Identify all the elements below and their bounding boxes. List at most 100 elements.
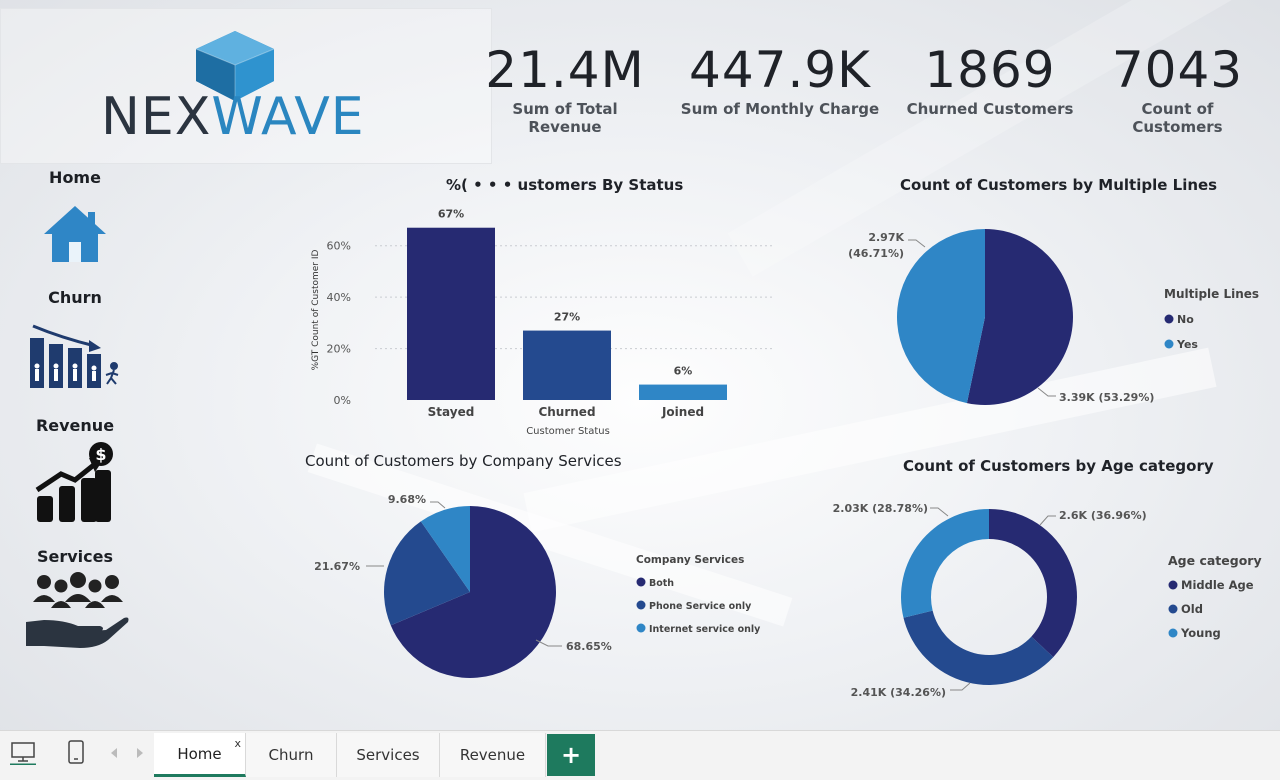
leader-line <box>1037 387 1056 397</box>
churn-bars-icon[interactable] <box>27 320 123 392</box>
leader-line <box>1039 515 1056 526</box>
bar <box>523 330 611 400</box>
page-tab-bar: Home x Churn Services Revenue + <box>0 730 1280 780</box>
services-chart-title: Count of Customers by Company Services <box>305 452 622 470</box>
donut-data-label: 2.6K (36.96%) <box>1059 509 1147 522</box>
legend-item: Old <box>1181 602 1203 616</box>
tab-services[interactable]: Services <box>337 733 440 777</box>
legend-marker <box>1164 339 1174 349</box>
legend-marker <box>636 600 646 610</box>
donut-data-label: 2.03K (28.78%) <box>833 502 928 515</box>
legend-marker <box>1168 580 1178 590</box>
pie-data-label: 3.39K (53.29%) <box>1059 391 1154 404</box>
status-bar-chart: 0% 20% 40% 60% %GT Count of Customer ID 67% St… <box>311 208 775 437</box>
kpi-label: Sum of Total Revenue <box>512 100 618 136</box>
pie-slice <box>903 610 1054 685</box>
dollar-icon: $ <box>95 445 106 464</box>
nav-services-label[interactable]: Services <box>0 547 150 566</box>
multiple-lines-chart-title: Count of Customers by Multiple Lines <box>900 176 1218 194</box>
legend-item: Both <box>649 578 674 589</box>
pie-data-label: 68.65% <box>566 640 612 653</box>
status-chart-title: %( • • • ustomers By Status <box>446 176 684 194</box>
tab-home[interactable]: Home x <box>154 733 246 777</box>
age-donut-chart: 2.6K (36.96%) 2.41K (34.26%) 2.03K (28.78%… <box>833 502 1262 699</box>
tab-label: Revenue <box>459 746 526 764</box>
bar <box>639 384 727 400</box>
donut-data-label: 2.41K (34.26%) <box>851 686 946 699</box>
close-tab-icon[interactable]: x <box>234 737 241 750</box>
logo-text-nex: NEX <box>101 87 212 147</box>
pie-slice <box>897 229 985 404</box>
kpi-count-customers: 7043 Count of Customers <box>1095 40 1260 136</box>
pie-data-label: 2.97K <box>868 231 904 244</box>
legend-item: No <box>1177 313 1194 326</box>
kpi-label: Count of Customers <box>1132 100 1223 136</box>
legend-marker <box>636 623 646 633</box>
house-icon[interactable] <box>42 204 108 264</box>
leader-line <box>908 239 926 248</box>
y-tick-label: 40% <box>327 291 351 304</box>
leader-line <box>930 507 949 517</box>
legend-marker <box>1168 628 1178 638</box>
legend-item: Young <box>1180 626 1221 640</box>
legend-title: Multiple Lines <box>1164 287 1259 301</box>
kpi-monthly-charge: 447.9K Sum of Monthly Charge <box>680 40 880 118</box>
logo-text-wave: WAVE <box>211 87 365 147</box>
scroll-right-icon[interactable] <box>134 746 146 760</box>
nav-churn-label[interactable]: Churn <box>0 288 150 307</box>
desktop-view-icon[interactable] <box>10 739 36 765</box>
x-tick-label: Stayed <box>428 405 475 419</box>
x-tick-label: Joined <box>661 405 704 419</box>
legend-marker <box>1164 314 1174 324</box>
nav-home-label[interactable]: Home <box>0 168 150 187</box>
bar <box>407 227 495 400</box>
revenue-growth-icon[interactable]: $ <box>33 440 117 524</box>
scroll-left-icon[interactable] <box>108 746 120 760</box>
legend-title: Company Services <box>636 554 744 566</box>
legend-item: Phone Service only <box>649 601 752 612</box>
kpi-label: Sum of Monthly Charge <box>680 100 880 118</box>
legend-item: Internet service only <box>649 624 761 635</box>
leader-line <box>430 501 446 509</box>
logo-wordmark: NEXWAVE <box>101 87 365 147</box>
tab-label: Services <box>356 746 420 764</box>
x-tick-label: Churned <box>538 405 595 419</box>
age-chart-title: Count of Customers by Age category <box>903 457 1214 475</box>
bar-data-label: 67% <box>438 208 464 221</box>
legend-title: Age category <box>1168 553 1262 568</box>
legend-marker <box>636 577 646 587</box>
pie-slice <box>901 509 989 618</box>
y-axis-label: %GT Count of Customer ID <box>311 250 321 371</box>
kpi-total-revenue: 21.4M Sum of Total Revenue <box>480 40 650 136</box>
logo-panel: NEXWAVE <box>0 8 492 164</box>
y-tick-label: 0% <box>334 394 351 407</box>
kpi-value: 1869 <box>924 41 1056 99</box>
nav-revenue-label[interactable]: Revenue <box>0 416 150 435</box>
kpi-value: 21.4M <box>485 41 645 99</box>
tab-label: Home <box>177 744 222 763</box>
kpi-value: 7043 <box>1111 41 1244 99</box>
add-page-button[interactable]: + <box>547 734 595 776</box>
bar-data-label: 6% <box>674 365 693 378</box>
tab-churn[interactable]: Churn <box>246 733 337 777</box>
pie-data-label: 9.68% <box>388 493 426 506</box>
pie-slice <box>989 509 1077 658</box>
mobile-view-icon[interactable] <box>66 739 86 767</box>
kpi-value: 447.9K <box>689 41 871 99</box>
tab-label: Churn <box>268 746 314 764</box>
multiple-lines-pie-chart: 3.39K (53.29%) 2.97K (46.71%) Multiple Line… <box>848 229 1259 405</box>
report-canvas: NEXWAVE 21.4M Sum of Total Revenue 447.9… <box>0 0 1280 730</box>
y-tick-label: 20% <box>327 343 351 356</box>
people-hand-icon[interactable] <box>24 570 132 652</box>
leader-line <box>950 682 971 691</box>
kpi-label: Churned Customers <box>906 100 1074 118</box>
pie-data-label: (46.71%) <box>848 247 904 260</box>
services-pie-chart: 68.65% 21.67% 9.68% Company Services Both Pho… <box>314 493 761 678</box>
x-axis-label: Customer Status <box>526 426 610 437</box>
legend-item: Middle Age <box>1181 578 1254 592</box>
y-tick-label: 60% <box>327 240 351 253</box>
kpi-churned-customers: 1869 Churned Customers <box>905 40 1075 118</box>
legend-marker <box>1168 604 1178 614</box>
tab-revenue[interactable]: Revenue <box>440 733 546 777</box>
bar-data-label: 27% <box>554 311 580 324</box>
